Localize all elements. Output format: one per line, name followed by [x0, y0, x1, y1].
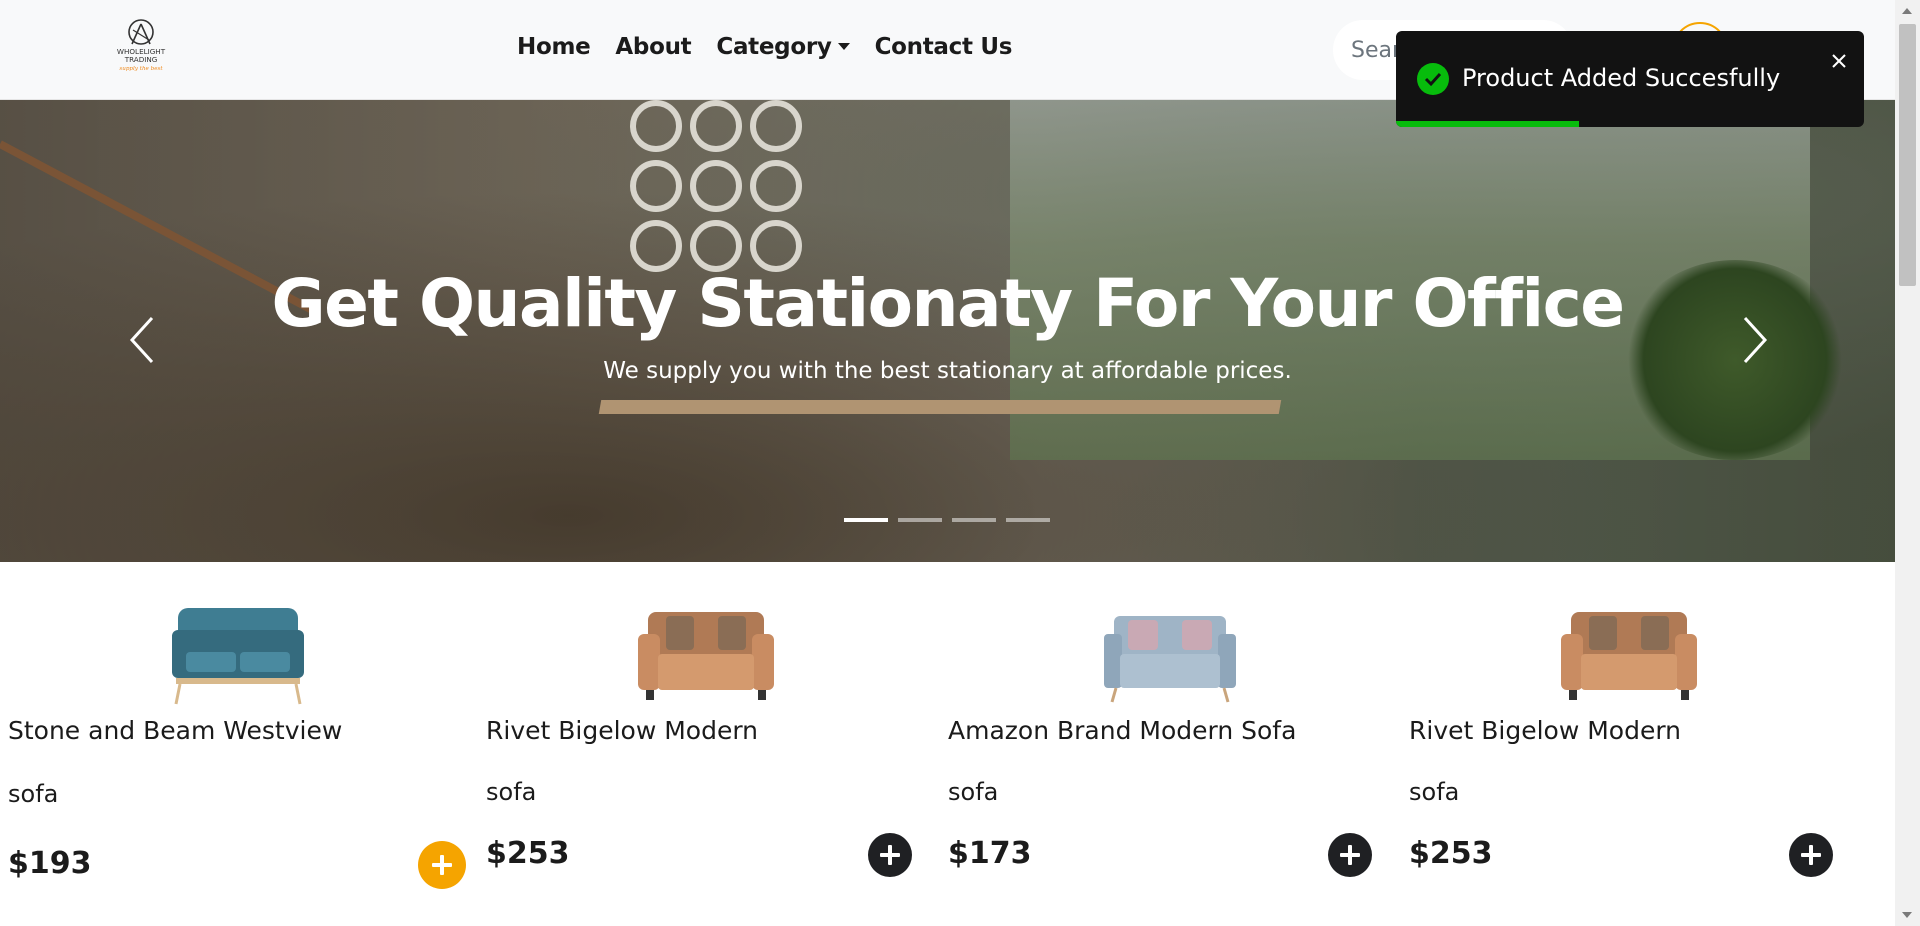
nav-home[interactable]: Home: [517, 34, 591, 60]
hero-carousel: Get Quality Stationaty For Your Office W…: [0, 100, 1895, 562]
carousel-indicators: [844, 518, 1050, 522]
product-list: Stone and Beam Westview sofa $193 Rivet …: [0, 562, 1895, 926]
product-price: $253: [486, 836, 570, 871]
product-category: sofa: [486, 778, 537, 806]
carousel-prev-icon[interactable]: [122, 310, 162, 370]
nav-category-label: Category: [716, 34, 832, 60]
add-to-cart-button[interactable]: [418, 841, 466, 889]
page-scrollbar[interactable]: [1895, 0, 1920, 926]
hero-title: Get Quality Stationaty For Your Office: [271, 265, 1625, 342]
carousel-indicator-2[interactable]: [898, 518, 942, 522]
svg-text:supply the best: supply the best: [119, 66, 163, 72]
svg-text:TRADING: TRADING: [124, 55, 158, 64]
chevron-down-icon: [837, 42, 850, 50]
product-card: Stone and Beam Westview sofa $193: [0, 562, 470, 926]
carousel-indicator-4[interactable]: [1006, 518, 1050, 522]
add-to-cart-button[interactable]: [1789, 833, 1833, 877]
product-card: Rivet Bigelow Modern sofa $253: [486, 562, 916, 926]
product-category: sofa: [8, 780, 59, 808]
product-name: Rivet Bigelow Modern: [486, 716, 759, 745]
carousel-indicator-3[interactable]: [952, 518, 996, 522]
product-card: Rivet Bigelow Modern sofa $253: [1409, 562, 1839, 926]
toast-message: Product Added Succesfully: [1462, 64, 1781, 92]
toast-progress-bar: [1396, 121, 1579, 127]
nav-category-dropdown[interactable]: Category: [716, 34, 850, 60]
hero-subtitle: We supply you with the best stationary a…: [603, 358, 1292, 384]
hero-background-desk: [598, 400, 1282, 414]
add-to-cart-button[interactable]: [1328, 833, 1372, 877]
product-image-sofa[interactable]: [168, 600, 308, 710]
product-name: Stone and Beam Westview: [8, 716, 343, 745]
carousel-next-icon[interactable]: [1735, 310, 1775, 370]
product-card: Amazon Brand Modern Sofa sofa $173: [948, 562, 1378, 926]
scroll-down-icon[interactable]: [1902, 912, 1912, 918]
add-to-cart-button[interactable]: [868, 833, 912, 877]
product-image-sofa[interactable]: [636, 604, 776, 714]
close-icon[interactable]: [1829, 51, 1849, 71]
carousel-indicator-1[interactable]: [844, 518, 888, 522]
product-price: $193: [8, 846, 92, 881]
brand-logo[interactable]: WHOLELIGHT TRADING supply the best: [108, 18, 174, 78]
nav-about[interactable]: About: [615, 34, 691, 60]
product-image-sofa[interactable]: [1100, 604, 1240, 714]
scroll-up-icon[interactable]: [1902, 8, 1912, 14]
scrollbar-thumb[interactable]: [1899, 24, 1916, 286]
product-price: $253: [1409, 836, 1493, 871]
product-name: Rivet Bigelow Modern: [1409, 716, 1682, 745]
nav-links: Home About Category Contact Us: [517, 34, 1012, 60]
product-name: Amazon Brand Modern Sofa: [948, 716, 1297, 745]
check-circle-icon: [1417, 63, 1449, 95]
success-toast: Product Added Succesfully: [1396, 31, 1864, 127]
nav-contact[interactable]: Contact Us: [875, 34, 1013, 60]
product-image-sofa[interactable]: [1559, 604, 1699, 714]
product-category: sofa: [948, 778, 999, 806]
product-price: $173: [948, 836, 1032, 871]
product-category: sofa: [1409, 778, 1460, 806]
